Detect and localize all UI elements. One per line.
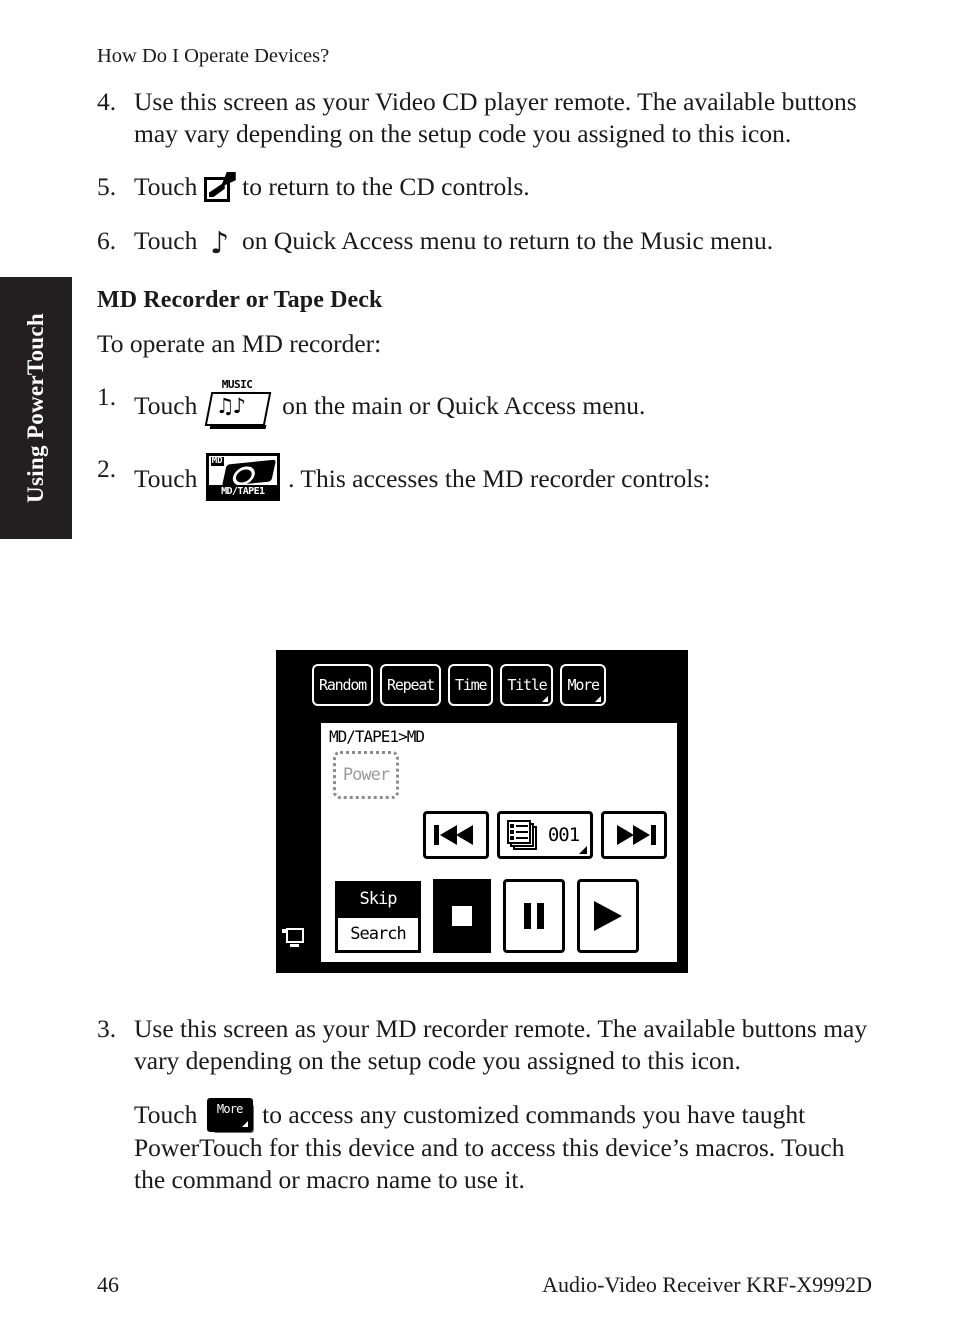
submenu-corner-icon — [594, 696, 601, 702]
more-button-icon-label: More — [216, 1102, 244, 1116]
display-device-icon-frame — [286, 928, 304, 943]
more-button-icon: More — [206, 1098, 254, 1133]
step-number: 6. — [97, 225, 117, 255]
lcd-track-select-button[interactable]: 001 — [497, 811, 596, 862]
running-head: How Do I Operate Devices? — [97, 45, 330, 67]
lcd-random-button[interactable]: Random — [312, 664, 376, 709]
minidisc-shape — [221, 459, 276, 487]
lcd-top-button-row: Random Repeat Time Title More — [312, 656, 684, 714]
page-footer: 46 Audio-Video Receiver KRF-X9992D — [97, 1272, 872, 1298]
page-content: 4. Use this screen as your Video CD play… — [97, 86, 872, 523]
list-item: 4. Use this screen as your Video CD play… — [97, 86, 872, 149]
lcd-repeat-button-label: Repeat — [387, 676, 435, 694]
music-note-icon: ♪ — [210, 225, 230, 261]
lcd-random-button-label: Random — [319, 676, 367, 694]
lcd-power-button[interactable]: Power — [333, 751, 399, 799]
step-number: 2. — [97, 454, 117, 483]
list-item: 2. Touch MD MD/TAPE1 . This accesses the… — [97, 453, 872, 501]
md-tape1-icon: MD MD/TAPE1 — [205, 453, 280, 501]
lcd-next-track-button[interactable] — [601, 811, 670, 862]
lcd-repeat-button[interactable]: Repeat — [380, 664, 444, 709]
lcd-title-button[interactable]: Title — [500, 664, 557, 709]
lcd-more-button[interactable]: More — [560, 664, 609, 709]
step-number: 4. — [97, 87, 117, 116]
lcd-power-button-label: Power — [342, 764, 390, 785]
submenu-corner-icon — [542, 696, 549, 702]
step-text-after: to return to the CD controls. — [242, 172, 530, 201]
step-text-after: on Quick Access menu to return to the Mu… — [242, 225, 774, 255]
step-text-after: on the main or Quick Access menu. — [282, 391, 646, 420]
music-menu-icon-caption: MUSIC — [221, 378, 253, 391]
step-text-before: Touch — [134, 464, 198, 493]
display-device-icon-base — [290, 944, 299, 947]
list-item: 6. Touch ♪ on Quick Access menu to retur… — [97, 225, 872, 259]
lcd-title-button-label: Title — [507, 676, 547, 694]
step-text-before: Touch — [134, 172, 198, 201]
lcd-pause-button[interactable] — [503, 879, 568, 956]
list-item: 5. Touch to return to the CD controls. — [97, 171, 872, 203]
list-item: 3. Use this screen as your MD recorder r… — [97, 1013, 872, 1076]
lcd-search-button[interactable]: Search — [335, 915, 424, 956]
section-intro: To operate an MD recorder: — [97, 328, 382, 358]
step-text: Use this screen as your Video CD player … — [134, 87, 857, 148]
lcd-track-number: 001 — [547, 824, 580, 846]
step-text: Touch MUSIC ♫♪ on the main or Quick Acce… — [134, 378, 872, 431]
step-number: 1. — [97, 382, 117, 411]
previous-track-icon — [434, 825, 478, 845]
step-text: Use this screen as your MD recorder remo… — [134, 1014, 868, 1075]
lcd-play-button[interactable] — [577, 879, 642, 956]
chapter-side-tab: Using PowerTouch — [0, 277, 72, 539]
display-device-icon[interactable] — [282, 928, 304, 947]
lcd-left-rail — [276, 650, 310, 973]
music-menu-icon-shadow — [209, 425, 267, 429]
page-content-lower: 3. Use this screen as your MD recorder r… — [97, 1013, 872, 1217]
lcd-time-button-label: Time — [455, 676, 488, 694]
pause-icon — [524, 903, 544, 929]
music-menu-icon-notes: ♫♪ — [215, 394, 246, 418]
md-tape1-icon-bottom-label: MD/TAPE1 — [208, 485, 277, 498]
track-list-icon — [507, 820, 537, 850]
step-number: 5. — [97, 172, 117, 201]
lcd-more-button-label: More — [567, 676, 600, 694]
section-heading: MD Recorder or Tape Deck — [97, 286, 383, 313]
chapter-side-tab-label: Using PowerTouch — [23, 313, 48, 503]
lcd-panel-title: MD/TAPE1>MD — [329, 727, 425, 746]
lcd-previous-track-button[interactable] — [423, 811, 492, 862]
lcd-skip-button-label: Skip — [359, 888, 398, 909]
list-item: 1. Touch MUSIC ♫♪ on the main or Quick A… — [97, 378, 872, 431]
next-track-icon — [612, 825, 656, 845]
step-text: Touch MD MD/TAPE1 . This accesses the MD… — [134, 453, 872, 501]
lcd-control-panel: MD/TAPE1>MD Power 001 Skip Search — [318, 720, 680, 965]
manual-page: Using PowerTouch How Do I Operate Device… — [0, 0, 954, 1343]
stop-icon — [452, 906, 472, 926]
play-icon — [594, 901, 622, 931]
page-number: 46 — [97, 1272, 119, 1297]
step-number: 3. — [97, 1014, 117, 1043]
step-text-after: . This accesses the MD recorder controls… — [288, 464, 711, 493]
step-text: Touch to return to the CD controls. — [134, 171, 872, 203]
submenu-corner-icon — [241, 1121, 248, 1127]
step-text-before: Touch — [134, 225, 198, 255]
more-paragraph: Touch More to access any customized comm… — [134, 1098, 872, 1195]
edit-pencil-icon — [203, 172, 236, 202]
submenu-corner-icon — [579, 846, 587, 854]
lcd-stop-button[interactable] — [433, 879, 494, 956]
lcd-time-button[interactable]: Time — [448, 664, 497, 709]
product-name: Audio-Video Receiver KRF-X9992D — [542, 1272, 872, 1297]
lcd-search-button-label: Search — [350, 923, 406, 944]
more-paragraph-before: Touch — [134, 1100, 198, 1129]
lcd-skip-button[interactable]: Skip — [335, 881, 421, 917]
lcd-remote-screen: Random Repeat Time Title More MD/TAPE1>M… — [276, 650, 688, 973]
step-text: Touch ♪ on Quick Access menu to return t… — [134, 225, 872, 259]
step-text-before: Touch — [134, 391, 198, 420]
music-menu-icon: MUSIC ♫♪ — [204, 378, 274, 431]
md-tape1-icon-top-label: MD — [210, 456, 224, 466]
